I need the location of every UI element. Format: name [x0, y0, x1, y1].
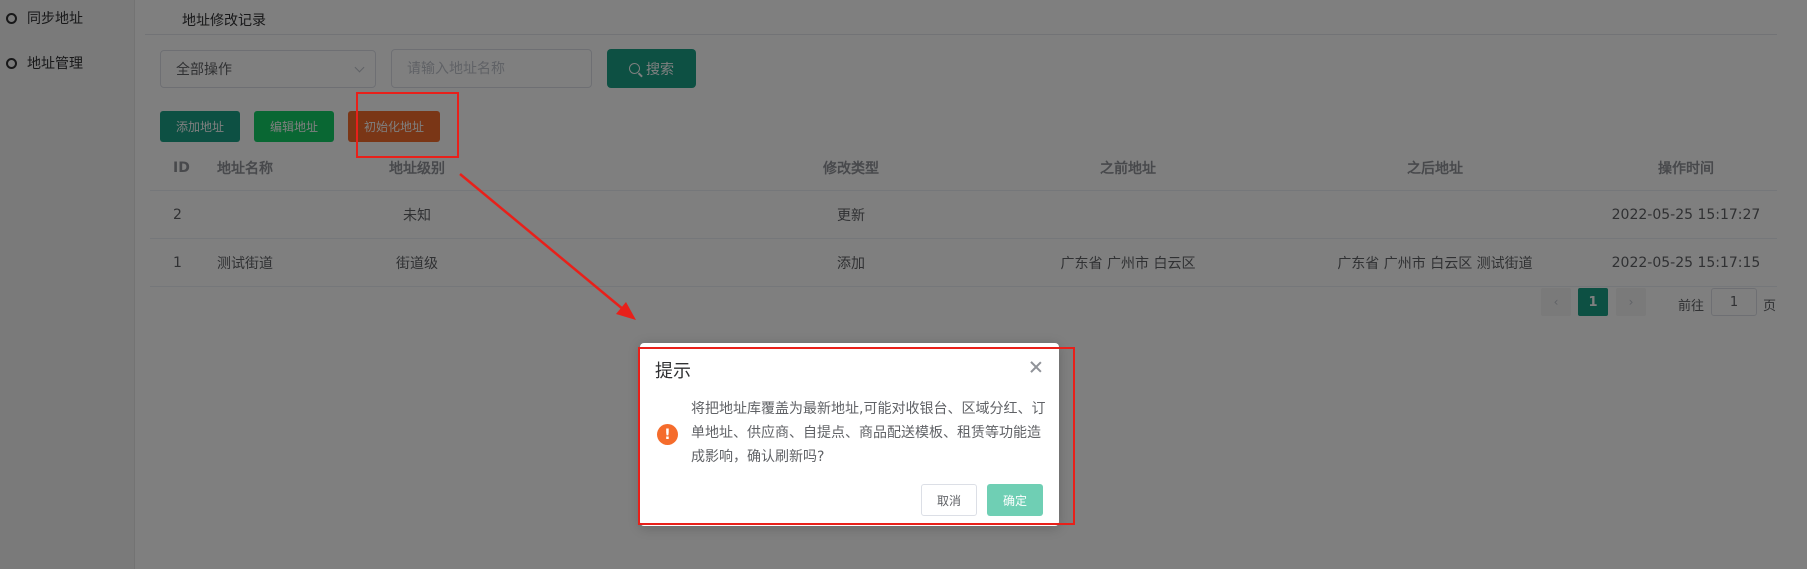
- annotation-arrow: [459, 173, 636, 320]
